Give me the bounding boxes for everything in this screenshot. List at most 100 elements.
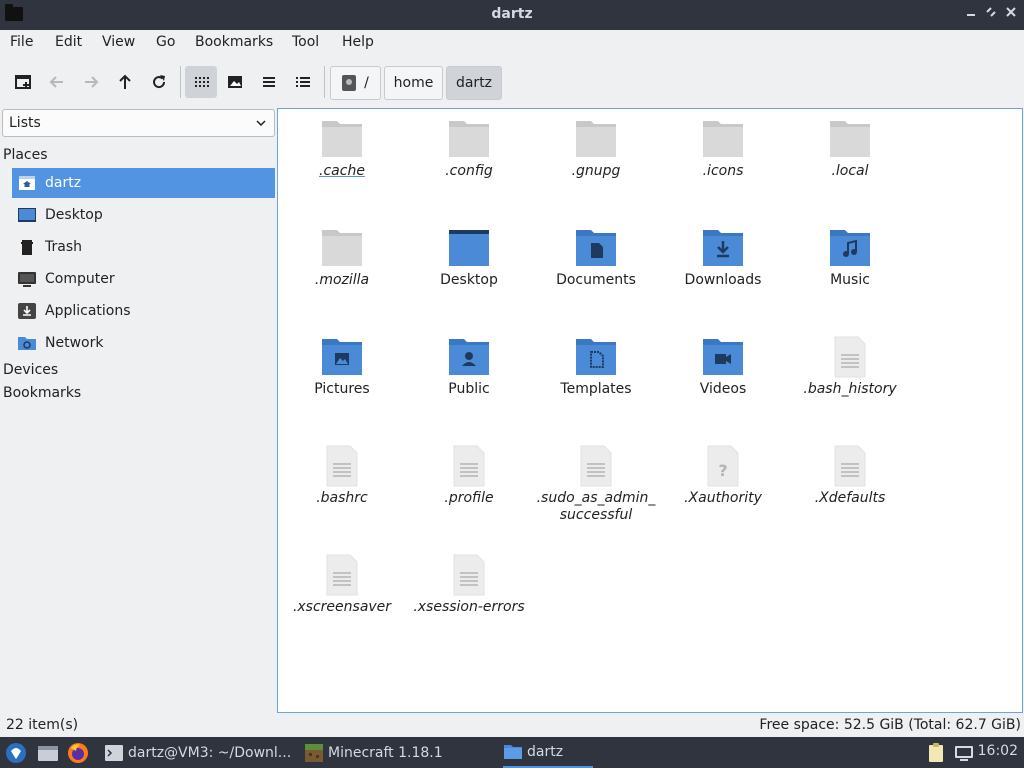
file-item[interactable]: Downloads: [663, 226, 783, 289]
start-menu-icon[interactable]: [5, 742, 27, 764]
file-name: .gnupg: [571, 163, 621, 179]
back-arrow-icon[interactable]: [41, 66, 73, 98]
sidebar-item-trash[interactable]: Trash: [12, 232, 275, 262]
file-name: .bashrc: [316, 490, 368, 506]
text-file-icon: [834, 336, 866, 378]
file-item[interactable]: .Xdefaults: [790, 444, 910, 507]
file-view[interactable]: .cache .config .gnupg .icons .local .moz…: [277, 108, 1023, 713]
menu-bar: File Edit View Go Bookmarks Tool Help: [0, 30, 1024, 56]
file-item[interactable]: Public: [409, 335, 529, 398]
file-name: .profile: [444, 490, 494, 506]
file-item[interactable]: .icons: [663, 117, 783, 180]
sidebar-item-label: Applications: [45, 303, 131, 319]
icon-view-icon[interactable]: [185, 66, 217, 98]
clipboard-icon[interactable]: [925, 742, 947, 764]
file-item[interactable]: .sudo_as_admin_ successful: [536, 444, 656, 524]
task-terminal[interactable]: dartz@VM3: ~/Downl...: [104, 737, 291, 768]
templates-folder-icon: [576, 339, 616, 375]
file-item[interactable]: .xscreensaver: [282, 553, 402, 616]
menu-bookmarks[interactable]: Bookmarks: [195, 34, 273, 50]
detailed-list-view-icon[interactable]: [287, 66, 319, 98]
window-title: dartz: [491, 6, 533, 22]
downloads-folder-icon: [703, 230, 743, 266]
sidebar-item-applications[interactable]: Applications: [12, 296, 275, 326]
file-item[interactable]: .cache: [282, 117, 402, 180]
file-name: Pictures: [314, 381, 370, 397]
file-item[interactable]: Documents: [536, 226, 656, 289]
task-minecraft[interactable]: Minecraft 1.18.1: [304, 737, 443, 768]
terminal-icon: [105, 744, 123, 761]
network-status-icon[interactable]: [953, 742, 975, 764]
file-manager-launcher-icon[interactable]: [37, 742, 59, 764]
sidebar-item-label: dartz: [45, 175, 82, 191]
title-bar: dartz: [0, 0, 1024, 30]
folder-icon: [322, 121, 362, 157]
free-space: Free space: 52.5 GiB (Total: 62.7 GiB): [759, 717, 1021, 733]
sidebar-item-dartz[interactable]: dartz: [12, 168, 275, 198]
text-file-icon: [326, 445, 358, 487]
restore-icon[interactable]: [982, 5, 1000, 23]
text-file-icon: [453, 554, 485, 596]
forward-arrow-icon[interactable]: [75, 66, 107, 98]
file-item[interactable]: .gnupg: [536, 117, 656, 180]
menu-help[interactable]: Help: [342, 34, 374, 50]
breadcrumb-home[interactable]: home: [384, 66, 443, 100]
sidebar-item-network[interactable]: Network: [12, 328, 275, 358]
sidebar-item-desktop[interactable]: Desktop: [12, 200, 275, 230]
file-item[interactable]: Desktop: [409, 226, 529, 289]
sidebar-item-label: Trash: [45, 239, 82, 255]
file-name: Templates: [560, 381, 632, 397]
text-file-icon: [453, 445, 485, 487]
file-item[interactable]: .local: [790, 117, 910, 180]
menu-edit[interactable]: Edit: [55, 34, 82, 50]
clock[interactable]: 16:02: [978, 743, 1018, 759]
firefox-icon[interactable]: [67, 742, 89, 764]
file-name: .sudo_as_admin_ successful: [536, 490, 656, 523]
item-count: 22 item(s): [6, 717, 79, 733]
file-item[interactable]: .xsession-errors: [409, 553, 529, 616]
breadcrumb-root[interactable]: /: [330, 66, 381, 100]
devices-header[interactable]: Devices: [3, 362, 58, 378]
sidebar-item-label: Desktop: [45, 207, 103, 223]
file-name: .Xdefaults: [814, 490, 886, 506]
minimize-icon[interactable]: [962, 5, 980, 23]
menu-view[interactable]: View: [102, 34, 135, 50]
file-item[interactable]: ? .Xauthority: [663, 444, 783, 507]
menu-go[interactable]: Go: [156, 34, 175, 50]
task-label: dartz@VM3: ~/Downl...: [128, 744, 292, 761]
status-bar: 22 item(s) Free space: 52.5 GiB (Total: …: [0, 715, 1024, 737]
public-folder-icon: [449, 339, 489, 375]
task-file-manager[interactable]: dartz: [503, 737, 593, 768]
menu-tool[interactable]: Tool: [292, 34, 319, 50]
up-arrow-icon[interactable]: [109, 66, 141, 98]
sidebar-mode-select[interactable]: Lists: [2, 109, 275, 137]
file-item[interactable]: .bashrc: [282, 444, 402, 507]
compact-view-icon[interactable]: [253, 66, 285, 98]
new-tab-icon[interactable]: [7, 66, 39, 98]
file-item[interactable]: Videos: [663, 335, 783, 398]
breadcrumb-root-label: /: [364, 75, 369, 91]
file-item[interactable]: .mozilla: [282, 226, 402, 289]
file-name: .xscreensaver: [292, 599, 392, 615]
file-name: Downloads: [684, 272, 762, 288]
toolbar: / home dartz: [0, 58, 1024, 106]
breadcrumb-current[interactable]: dartz: [446, 66, 502, 100]
desktop-folder-icon: [449, 230, 489, 266]
file-item[interactable]: .config: [409, 117, 529, 180]
file-name: .xsession-errors: [413, 599, 525, 615]
svg-text:?: ?: [718, 461, 727, 480]
file-item[interactable]: Templates: [536, 335, 656, 398]
file-item[interactable]: Music: [790, 226, 910, 289]
task-label: Minecraft 1.18.1: [328, 744, 443, 761]
bookmarks-header[interactable]: Bookmarks: [3, 385, 81, 401]
minecraft-icon: [305, 743, 323, 762]
file-item[interactable]: .bash_history: [790, 335, 910, 398]
reload-icon[interactable]: [143, 66, 175, 98]
file-item[interactable]: Pictures: [282, 335, 402, 398]
close-icon[interactable]: [1002, 5, 1020, 23]
menu-file[interactable]: File: [10, 34, 33, 50]
thumbnail-view-icon[interactable]: [219, 66, 251, 98]
file-item[interactable]: .profile: [409, 444, 529, 507]
sidebar-item-computer[interactable]: Computer: [12, 264, 275, 294]
desktop-icon: [17, 205, 37, 225]
